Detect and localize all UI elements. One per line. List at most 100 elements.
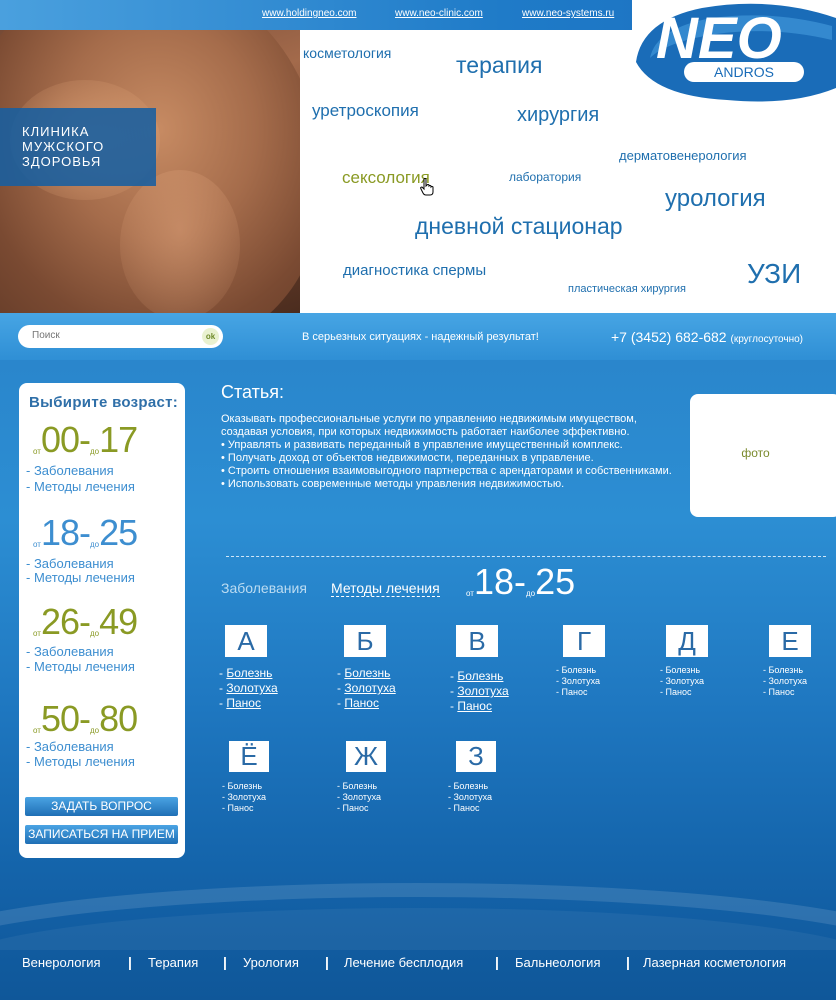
link-zolotukha[interactable]: Золотуха bbox=[222, 792, 267, 803]
nav-urology[interactable]: Урология bbox=[243, 955, 299, 970]
letter-a-links: Болезнь Золотуха Панос bbox=[219, 666, 278, 711]
age-to: 49 bbox=[99, 601, 138, 642]
age-from: 00 bbox=[40, 419, 80, 460]
service-sperm-diagnostics[interactable]: диагностика спермы bbox=[343, 262, 486, 279]
nav-infertility[interactable]: Лечение бесплодия bbox=[344, 955, 463, 970]
selected-age-range: от18-до25 bbox=[466, 561, 576, 602]
link-zolotukha[interactable]: Золотуха bbox=[219, 681, 277, 696]
header: www.holdingneo.com www.neo-clinic.com ww… bbox=[0, 0, 836, 313]
link-disease[interactable]: Болезнь bbox=[763, 665, 807, 676]
letter-a[interactable]: А bbox=[225, 625, 267, 657]
link-disease[interactable]: Болезнь bbox=[337, 666, 396, 681]
link-disease[interactable]: Болезнь bbox=[450, 669, 509, 684]
link-zolotukha[interactable]: Золотуха bbox=[337, 792, 382, 803]
tab-diseases[interactable]: Заболевания bbox=[221, 580, 307, 596]
link-zolotukha[interactable]: Золотуха bbox=[337, 681, 395, 696]
search-box: ok bbox=[18, 325, 223, 348]
link-disease[interactable]: Болезнь bbox=[222, 781, 266, 792]
link-panos[interactable]: Панос bbox=[337, 803, 381, 814]
age-50-80-diseases-link[interactable]: - Заболевания bbox=[26, 739, 114, 754]
age-range-50-80[interactable]: от50-до80 bbox=[33, 698, 138, 740]
age-range-26-49[interactable]: от26-до49 bbox=[33, 601, 138, 643]
search-input[interactable] bbox=[32, 330, 192, 341]
letter-yo[interactable]: Ё bbox=[229, 741, 269, 772]
age-range-0-17[interactable]: от00-до17 bbox=[33, 419, 138, 461]
search-ok-button[interactable]: ok bbox=[202, 328, 219, 345]
article-intro: Оказывать профессиональные услуги по упр… bbox=[221, 413, 637, 438]
nav-laser-cosmetology[interactable]: Лазерная косметология bbox=[643, 955, 786, 970]
phone: +7 (3452) 682-682 (круглосуточно) bbox=[611, 329, 803, 345]
age-26-49-diseases-link[interactable]: - Заболевания bbox=[26, 644, 114, 659]
link-disease[interactable]: Болезнь bbox=[337, 781, 381, 792]
link-disease[interactable]: Болезнь bbox=[660, 665, 704, 676]
link-holdingneo[interactable]: www.holdingneo.com bbox=[262, 8, 357, 19]
letter-v-links: Болезнь Золотуха Панос bbox=[450, 669, 509, 714]
link-panos[interactable]: Панос bbox=[763, 687, 807, 698]
age-to: 80 bbox=[99, 698, 138, 739]
link-zolotukha[interactable]: Золотуха bbox=[448, 792, 493, 803]
link-disease[interactable]: Болезнь bbox=[556, 665, 600, 676]
link-zolotukha[interactable]: Золотуха bbox=[660, 676, 705, 687]
link-panos[interactable]: Панос bbox=[448, 803, 492, 814]
service-surgery[interactable]: хирургия bbox=[517, 104, 599, 127]
age-18-25-methods-link[interactable]: - Методы лечения bbox=[26, 570, 135, 585]
clinic-title-box: КЛИНИКА МУЖСКОГО ЗДОРОВЬЯ bbox=[0, 108, 156, 186]
nav-separator: | bbox=[325, 954, 329, 970]
age-range-18-25[interactable]: от18-до25 bbox=[33, 512, 138, 554]
service-dermatovenerology[interactable]: дерматовенерология bbox=[619, 148, 747, 163]
nav-venereology[interactable]: Венерология bbox=[22, 955, 101, 970]
service-plastic-surgery[interactable]: пластическая хирургия bbox=[568, 283, 686, 295]
age-from-label: от bbox=[33, 447, 41, 456]
letter-d[interactable]: Д bbox=[666, 625, 708, 657]
search-bar: ok В серьезных ситуациях - надежный резу… bbox=[0, 313, 836, 360]
letter-yo-links: Болезнь Золотуха Панос bbox=[222, 781, 267, 814]
letter-v[interactable]: В bbox=[456, 625, 498, 657]
link-panos[interactable]: Панос bbox=[337, 696, 396, 711]
link-panos[interactable]: Панос bbox=[219, 696, 278, 711]
letter-e[interactable]: Е bbox=[769, 625, 811, 657]
service-urethroscopy[interactable]: уретроскопия bbox=[312, 101, 419, 121]
service-therapy[interactable]: терапия bbox=[456, 52, 542, 79]
link-zolotukha[interactable]: Золотуха bbox=[450, 684, 508, 699]
photo-label: фото bbox=[741, 446, 770, 460]
age-18-25-diseases-link[interactable]: - Заболевания bbox=[26, 556, 114, 571]
article-title: Статья: bbox=[221, 382, 285, 402]
service-laboratory[interactable]: лаборатория bbox=[509, 170, 581, 184]
age-0-17-diseases-link[interactable]: - Заболевания bbox=[26, 463, 114, 478]
nav-therapy[interactable]: Терапия bbox=[148, 955, 198, 970]
tab-methods[interactable]: Методы лечения bbox=[331, 580, 440, 597]
letter-g[interactable]: Г bbox=[563, 625, 605, 657]
article-body: Оказывать профессиональные услуги по упр… bbox=[221, 413, 681, 491]
link-neo-clinic[interactable]: www.neo-clinic.com bbox=[395, 8, 483, 19]
age-to: 17 bbox=[99, 419, 138, 460]
letter-b[interactable]: Б bbox=[344, 625, 386, 657]
service-day-hospital[interactable]: дневной стационар bbox=[415, 213, 623, 240]
link-panos[interactable]: Панос bbox=[556, 687, 600, 698]
link-panos[interactable]: Панос bbox=[660, 687, 704, 698]
neo-andros-logo[interactable]: NEO ANDROS bbox=[632, 0, 836, 102]
link-disease[interactable]: Болезнь bbox=[448, 781, 492, 792]
link-panos[interactable]: Панос bbox=[222, 803, 266, 814]
link-zolotukha[interactable]: Золотуха bbox=[763, 676, 808, 687]
service-cosmetology[interactable]: косметология bbox=[303, 45, 391, 61]
nav-balneology[interactable]: Бальнеология bbox=[515, 955, 600, 970]
age-50-80-methods-link[interactable]: - Методы лечения bbox=[26, 754, 135, 769]
service-urology[interactable]: урология bbox=[665, 185, 766, 213]
ask-question-button[interactable]: ЗАДАТЬ ВОПРОС bbox=[25, 797, 178, 816]
letter-d-links: Болезнь Золотуха Панос bbox=[660, 665, 705, 698]
letter-z[interactable]: З bbox=[456, 741, 496, 772]
make-appointment-button[interactable]: ЗАПИСАТЬСЯ НА ПРИЕМ bbox=[25, 825, 178, 844]
age-to-label: до bbox=[89, 447, 100, 456]
letter-zh[interactable]: Ж bbox=[346, 741, 386, 772]
service-ultrasound[interactable]: УЗИ bbox=[747, 258, 801, 290]
age-0-17-methods-link[interactable]: - Методы лечения bbox=[26, 479, 135, 494]
link-neo-systems[interactable]: www.neo-systems.ru bbox=[522, 8, 614, 19]
letter-b-links: Болезнь Золотуха Панос bbox=[337, 666, 396, 711]
link-disease[interactable]: Болезнь bbox=[219, 666, 278, 681]
age-to-label: до bbox=[89, 629, 100, 638]
service-sexology[interactable]: сексология bbox=[342, 168, 430, 188]
age-from: 50 bbox=[40, 698, 80, 739]
link-zolotukha[interactable]: Золотуха bbox=[556, 676, 601, 687]
link-panos[interactable]: Панос bbox=[450, 699, 509, 714]
age-26-49-methods-link[interactable]: - Методы лечения bbox=[26, 659, 135, 674]
